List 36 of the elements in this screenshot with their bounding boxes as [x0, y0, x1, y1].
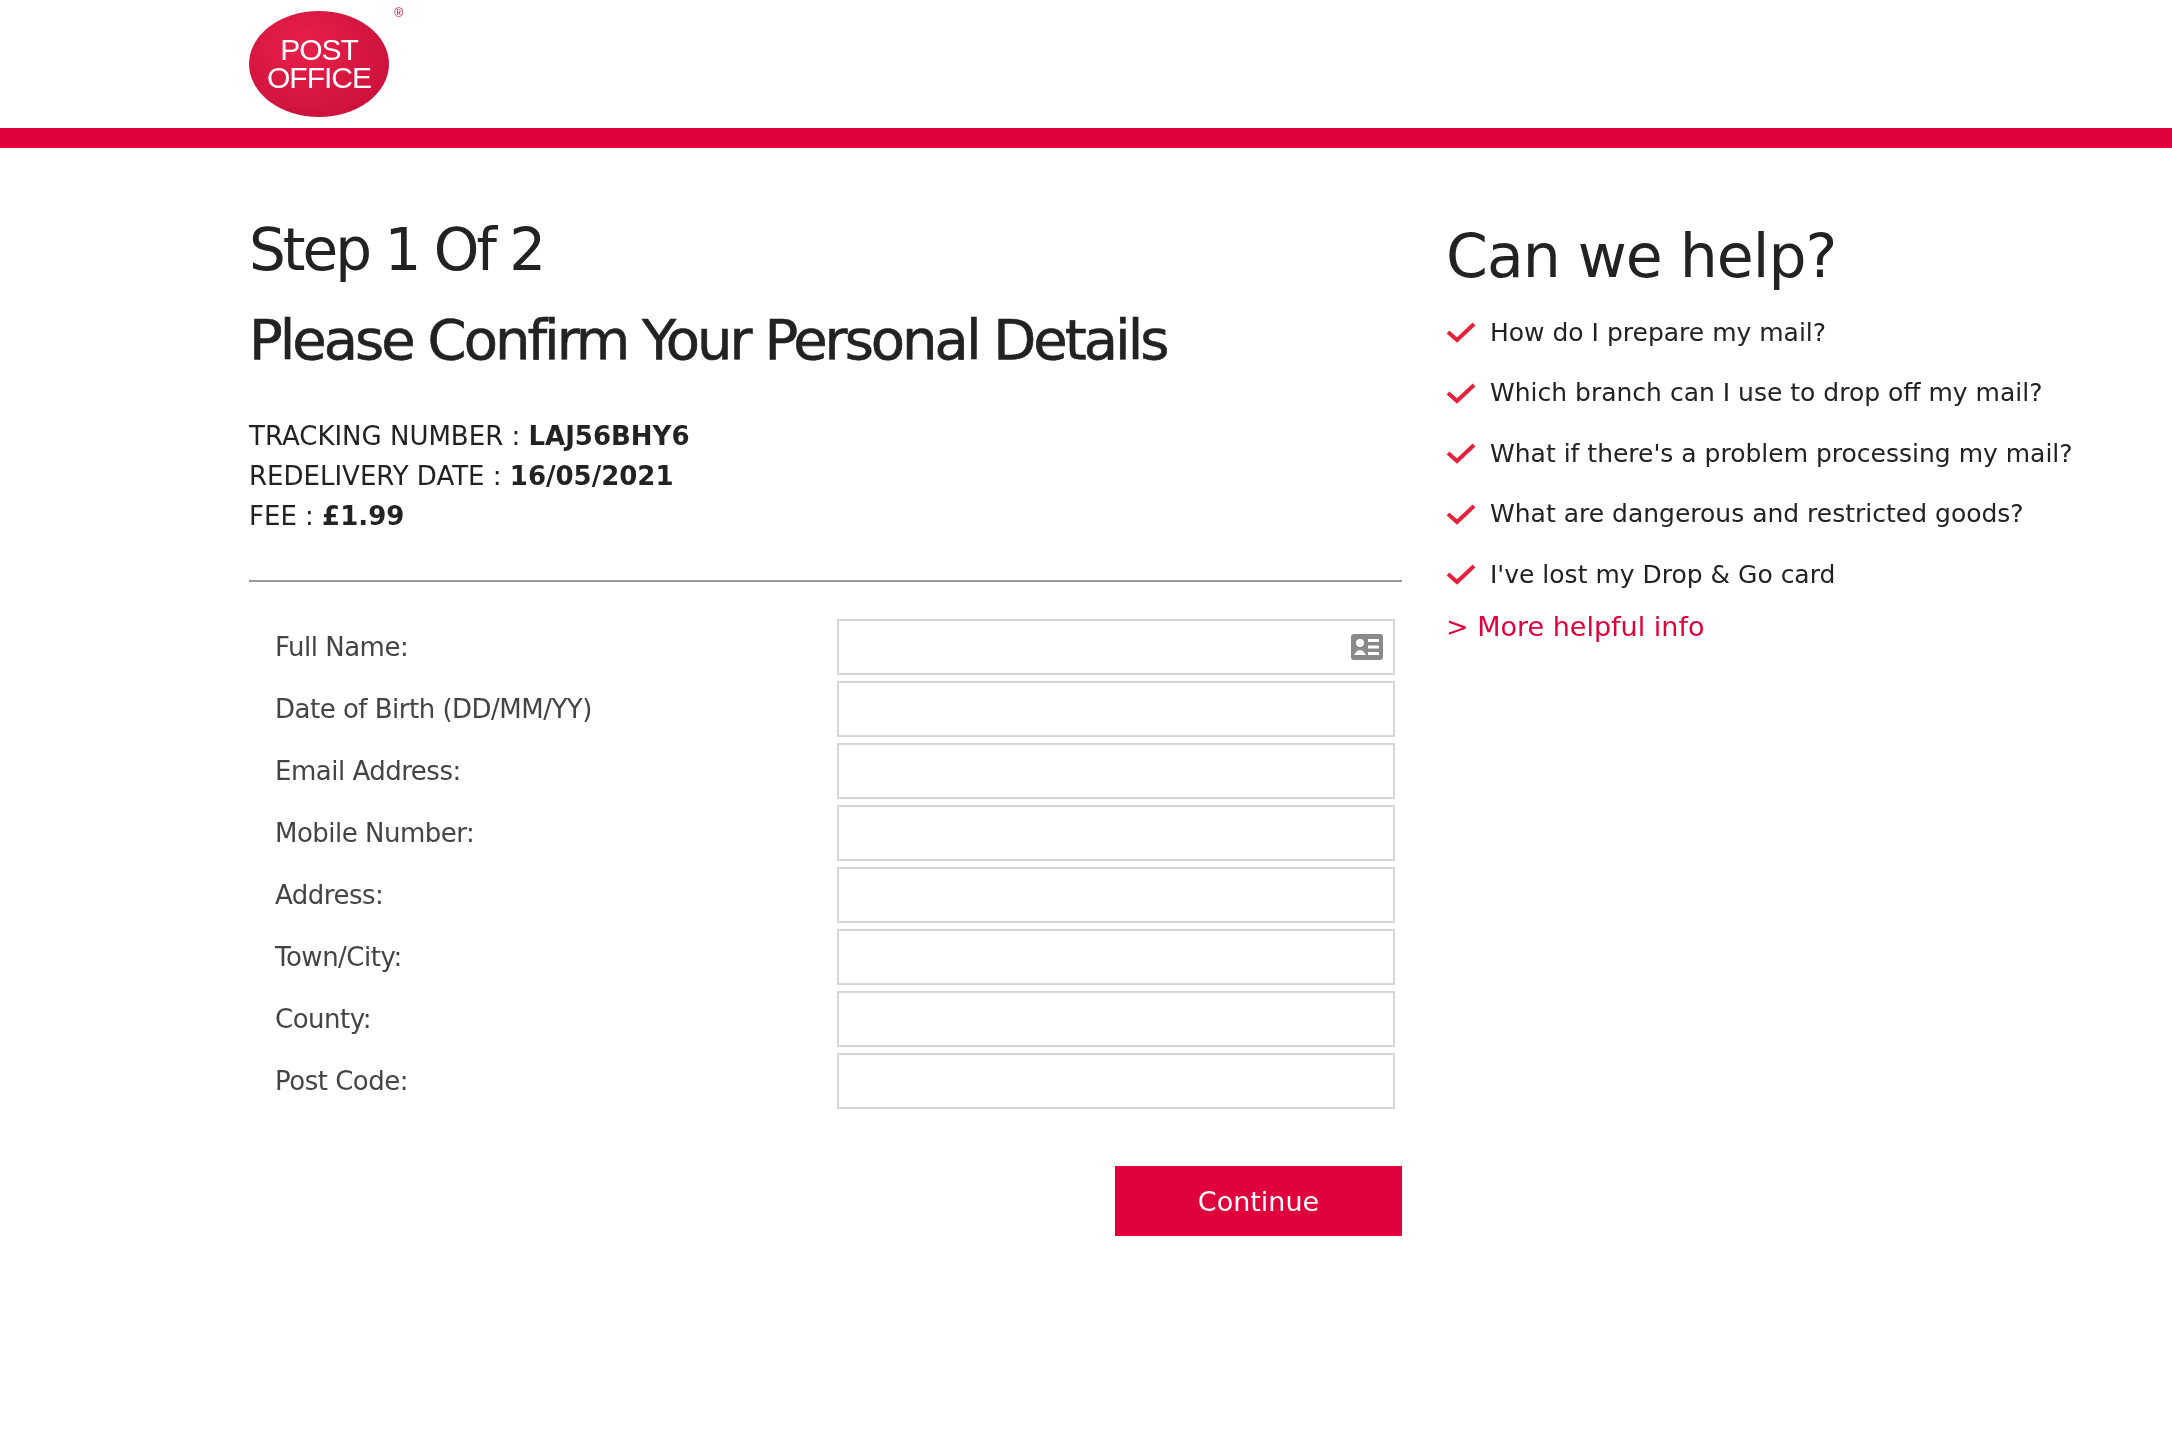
detail-line: TRACKING NUMBER : LAJ56BHY6 — [249, 420, 691, 453]
input-field[interactable] — [837, 1053, 1395, 1109]
check-icon — [1446, 502, 1476, 525]
check-icon — [1446, 381, 1476, 404]
field-label: Post Code: — [275, 1066, 409, 1096]
field-label: Address: — [275, 880, 385, 910]
help-link[interactable]: What if there's a problem processing my mail? — [1490, 438, 2073, 468]
help-link[interactable]: How do I prepare my mail? — [1490, 317, 1827, 347]
field-label: Date of Birth (DD/MM/YY) — [275, 694, 593, 724]
input-field[interactable] — [837, 867, 1395, 923]
field-label: Full Name: — [275, 632, 410, 662]
field-label: Town/City: — [275, 942, 403, 972]
input-field[interactable] — [837, 929, 1395, 985]
detail-line: FEE : £1.99 — [249, 500, 406, 533]
help-link[interactable]: I've lost my Drop & Go card — [1490, 559, 1836, 589]
more-info-link[interactable]: > More helpful info — [1446, 610, 1705, 642]
help-heading: Can we help? — [1446, 220, 1838, 293]
help-link[interactable]: What are dangerous and restricted goods? — [1490, 499, 2024, 529]
page-heading: Please Confirm Your Personal Details — [249, 306, 1168, 374]
field-label: County: — [275, 1004, 372, 1034]
help-link[interactable]: Which branch can I use to drop off my mail? — [1490, 378, 2043, 408]
contact-card-icon[interactable] — [1351, 634, 1383, 660]
input-field[interactable] — [837, 991, 1395, 1047]
continue-button[interactable]: Continue — [1115, 1166, 1402, 1236]
input-field[interactable] — [837, 619, 1395, 675]
input-field[interactable] — [837, 743, 1395, 799]
check-icon — [1446, 442, 1476, 465]
step-heading: Step 1 Of 2 — [249, 215, 545, 286]
input-field[interactable] — [837, 805, 1395, 861]
field-label: Email Address: — [275, 756, 462, 786]
registered-mark: ® — [394, 7, 403, 19]
check-icon — [1446, 321, 1476, 344]
field-label: Mobile Number: — [275, 818, 476, 848]
input-field[interactable] — [837, 681, 1395, 737]
detail-line: REDELIVERY DATE : 16/05/2021 — [249, 460, 675, 493]
check-icon — [1446, 563, 1476, 586]
